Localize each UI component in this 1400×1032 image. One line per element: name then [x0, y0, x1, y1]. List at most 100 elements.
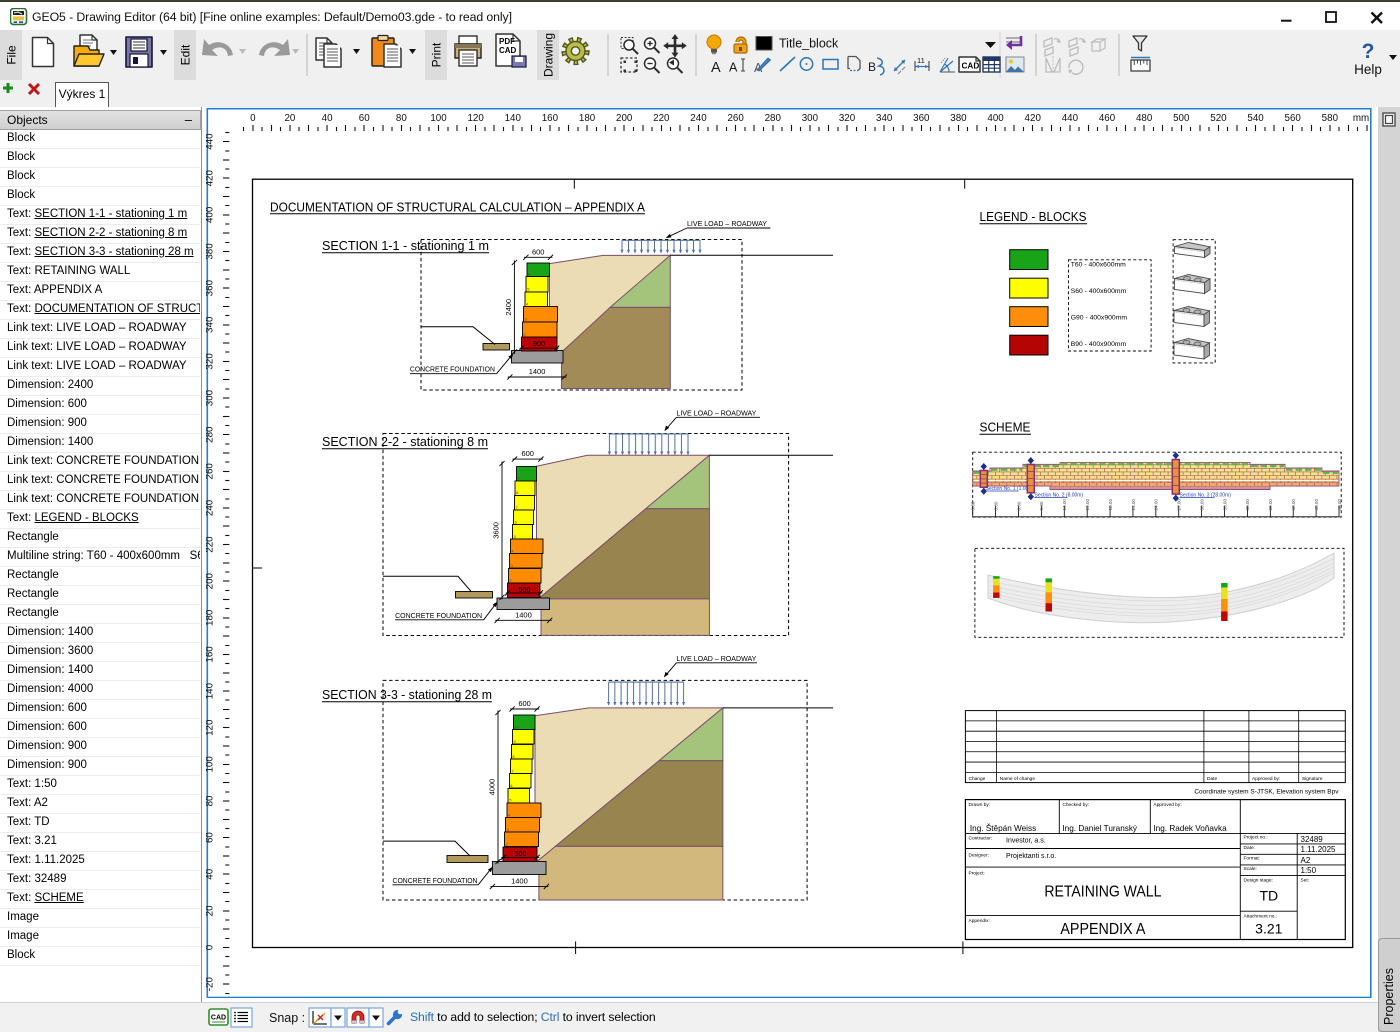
- svg-text:21.00: 21.00: [1131, 499, 1136, 511]
- svg-text:CONCRETE FOUNDATION: CONCRETE FOUNDATION: [393, 878, 478, 885]
- svg-text:LIVE LOAD – ROADWAY: LIVE LOAD – ROADWAY: [687, 221, 767, 228]
- svg-text:Project no.:: Project no.:: [1244, 834, 1268, 840]
- svg-text:TD: TD: [1259, 888, 1278, 904]
- svg-text:120: 120: [206, 719, 215, 736]
- svg-text:3.21: 3.21: [1255, 921, 1282, 937]
- svg-text:SECTION 1-1 - stationing 1 m: SECTION 1-1 - stationing 1 m: [322, 239, 489, 253]
- svg-text:6.00: 6.00: [1016, 501, 1021, 510]
- svg-text:CAD: CAD: [499, 46, 517, 55]
- svg-text:A: A: [711, 60, 721, 76]
- svg-text:CAD: CAD: [962, 62, 980, 71]
- svg-text:440: 440: [206, 133, 215, 150]
- svg-text:Appendix:: Appendix:: [969, 918, 990, 924]
- svg-text:100: 100: [430, 113, 447, 124]
- svg-text:600: 600: [518, 699, 531, 708]
- svg-text:33.00: 33.00: [1222, 499, 1227, 511]
- svg-text:200: 200: [616, 113, 633, 124]
- svg-text:Attachment no.:: Attachment no.:: [1244, 914, 1278, 920]
- svg-text:A2: A2: [1301, 856, 1311, 865]
- svg-text:LEGEND - BLOCKS: LEGEND - BLOCKS: [980, 210, 1087, 224]
- svg-text:48.00: 48.00: [1337, 499, 1342, 511]
- svg-text:9.00: 9.00: [1039, 501, 1044, 510]
- svg-text:4000: 4000: [488, 779, 497, 796]
- svg-text:Drawing: Drawing: [542, 33, 556, 77]
- svg-text:60: 60: [206, 832, 215, 843]
- svg-text:SECTION 3-3 - stationing 28 m: SECTION 3-3 - stationing 28 m: [322, 688, 492, 702]
- svg-text:Investor, a.s.: Investor, a.s.: [1006, 838, 1046, 845]
- svg-text:Format:: Format:: [1244, 855, 1261, 861]
- svg-text:PDF: PDF: [499, 37, 515, 46]
- svg-text:420: 420: [1025, 113, 1042, 124]
- svg-text:420: 420: [206, 170, 215, 187]
- svg-text:360: 360: [913, 113, 930, 124]
- svg-text:Date:: Date:: [1244, 845, 1255, 851]
- svg-text:280: 280: [765, 113, 782, 124]
- svg-text:30.00: 30.00: [1199, 499, 1204, 511]
- svg-text:39.00: 39.00: [1268, 499, 1273, 511]
- svg-text:3.00: 3.00: [993, 501, 998, 510]
- svg-text:240: 240: [206, 499, 215, 516]
- svg-text:100: 100: [206, 756, 215, 773]
- svg-text:20: 20: [284, 113, 295, 124]
- svg-text:400: 400: [987, 113, 1004, 124]
- svg-text:Design stage:: Design stage:: [1244, 878, 1273, 884]
- svg-text:220: 220: [653, 113, 670, 124]
- svg-text:480: 480: [1136, 113, 1153, 124]
- svg-text:LIVE LOAD – ROADWAY: LIVE LOAD – ROADWAY: [676, 410, 756, 417]
- svg-text:320: 320: [839, 113, 856, 124]
- svg-text:600: 600: [521, 449, 534, 458]
- svg-text:A: A: [729, 61, 738, 75]
- svg-text:Coordinate system S-JTSK, Elev: Coordinate system S-JTSK, Elevation syst…: [1194, 789, 1339, 796]
- svg-text:340: 340: [876, 113, 893, 124]
- svg-text:0.00: 0.00: [971, 501, 976, 510]
- svg-text:Set:: Set:: [1301, 878, 1310, 884]
- svg-text:600: 600: [532, 247, 545, 256]
- svg-text:500: 500: [1173, 113, 1190, 124]
- svg-text:380: 380: [950, 113, 967, 124]
- svg-text:RETAINING WALL: RETAINING WALL: [1044, 884, 1161, 901]
- svg-text:2400: 2400: [504, 299, 513, 316]
- svg-text:Title_block: Title_block: [779, 37, 839, 51]
- svg-text:40: 40: [322, 113, 333, 124]
- svg-text:280: 280: [206, 426, 215, 443]
- svg-text:520: 520: [1210, 113, 1227, 124]
- svg-text:11: 11: [917, 56, 925, 65]
- svg-text:220: 220: [206, 536, 215, 553]
- svg-text:Date: Date: [1207, 776, 1217, 782]
- svg-text:CONCRETE FOUNDATION: CONCRETE FOUNDATION: [395, 613, 482, 620]
- svg-text:SECTION 2-2 - stationing 8 m: SECTION 2-2 - stationing 8 m: [322, 435, 488, 449]
- svg-text:Ing. Štěpán Weiss: Ing. Štěpán Weiss: [970, 823, 1036, 833]
- svg-text:LIVE LOAD – ROADWAY: LIVE LOAD – ROADWAY: [676, 656, 756, 663]
- svg-text:Drawn by:: Drawn by:: [969, 802, 991, 808]
- svg-text:300: 300: [802, 113, 819, 124]
- svg-text:1400: 1400: [529, 367, 546, 376]
- svg-text:B90 - 400x900mm: B90 - 400x900mm: [1071, 341, 1127, 348]
- svg-text:-20: -20: [206, 977, 215, 992]
- svg-text:Change: Change: [969, 776, 986, 782]
- svg-text:42.00: 42.00: [1291, 499, 1296, 511]
- svg-text:180: 180: [206, 609, 215, 626]
- svg-text:SCHEME: SCHEME: [980, 421, 1031, 435]
- svg-text:0: 0: [206, 944, 215, 950]
- svg-text:180: 180: [579, 113, 596, 124]
- svg-text:440: 440: [1062, 113, 1079, 124]
- svg-text:260: 260: [727, 113, 744, 124]
- svg-text:Print: Print: [430, 42, 444, 67]
- svg-text:Ing. Radek Voňavka: Ing. Radek Voňavka: [1153, 824, 1227, 833]
- svg-text:mm: mm: [1353, 113, 1369, 124]
- svg-text:Projektanti s.r.o.: Projektanti s.r.o.: [1006, 853, 1056, 860]
- svg-text:24.00: 24.00: [1154, 499, 1159, 511]
- svg-text:40: 40: [206, 868, 215, 879]
- svg-text:900: 900: [533, 341, 545, 348]
- svg-text:380: 380: [206, 243, 215, 260]
- svg-text:APPENDIX A: APPENDIX A: [1060, 921, 1146, 938]
- svg-text:300: 300: [206, 389, 215, 406]
- svg-text:0: 0: [250, 113, 256, 124]
- svg-text:S60 - 400x600mm: S60 - 400x600mm: [1071, 288, 1127, 295]
- svg-text:Approved by:: Approved by:: [1252, 776, 1280, 782]
- svg-text:260: 260: [206, 463, 215, 480]
- svg-text:240: 240: [690, 113, 707, 124]
- svg-text:Edit: Edit: [179, 44, 193, 65]
- svg-text:Help: Help: [1354, 62, 1382, 77]
- svg-text:Name of change: Name of change: [1000, 776, 1036, 782]
